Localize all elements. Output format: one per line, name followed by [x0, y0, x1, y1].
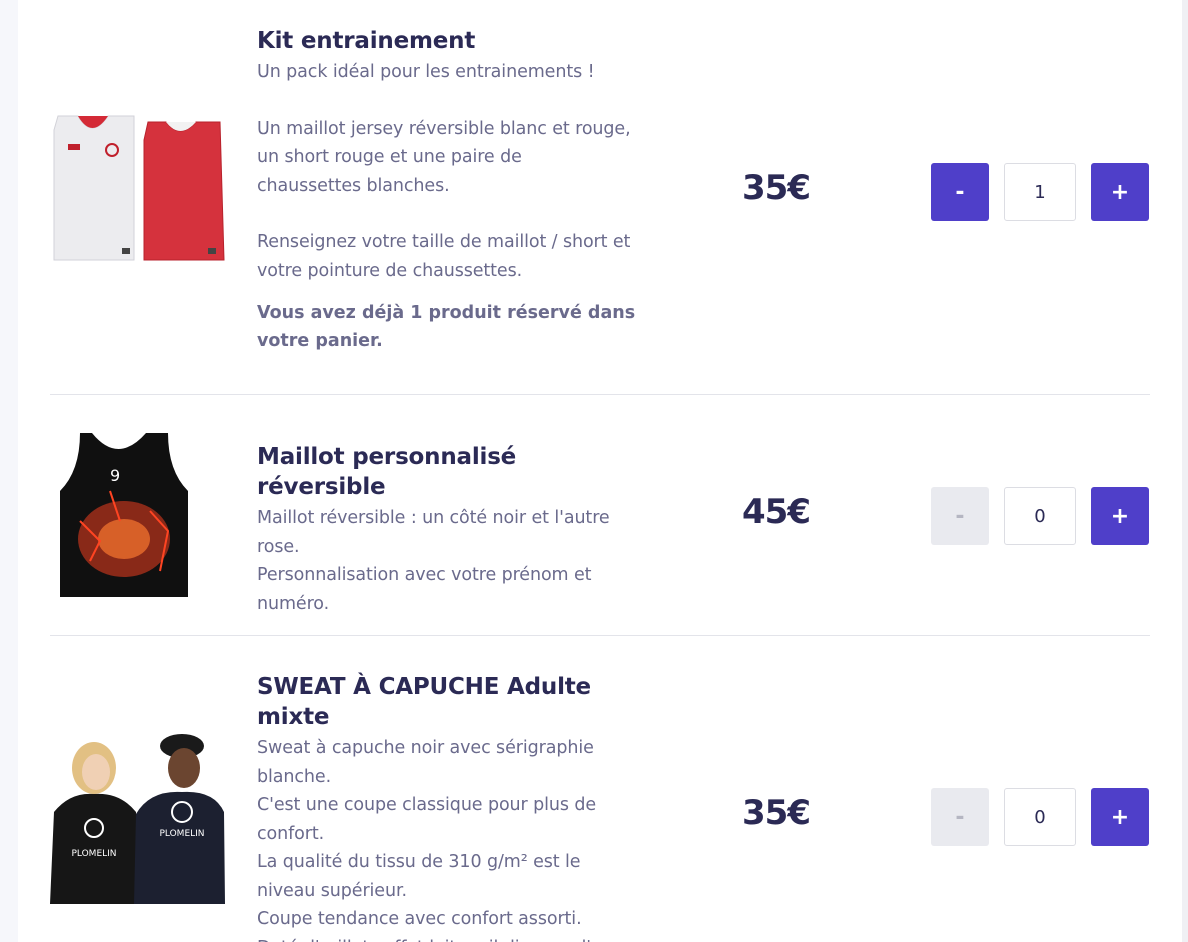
product-price: 45€ [742, 492, 811, 532]
description-line: Sweat à capuche noir avec sérigraphie [257, 738, 594, 758]
hoodie-print-text: PLOMELIN [159, 829, 204, 839]
description-line: Coupe tendance avec confort assorti. [257, 909, 582, 929]
quantity-stepper: - + [931, 487, 1149, 545]
description-line: rose. [257, 536, 300, 557]
product-item-maillot: 9 Maillot personnalisé réversible Maillo… [50, 395, 1150, 635]
hoodie-print-text: PLOMELIN [71, 849, 116, 859]
description-line: Renseignez votre taille de maillot / sho… [257, 232, 631, 252]
description-line: Doté d'œillets effet laiton, il dispose … [257, 934, 642, 942]
increase-quantity-button[interactable]: + [1091, 487, 1149, 545]
description-line: Un pack idéal pour les entrainements ! [257, 62, 595, 82]
increase-quantity-button[interactable]: + [1091, 788, 1149, 846]
quantity-input[interactable] [1004, 163, 1076, 221]
reserved-notice: Vous avez déjà 1 produit réservé dans vo… [257, 303, 636, 351]
decrease-quantity-button[interactable]: - [931, 163, 989, 221]
product-info-sweat: SWEAT À CAPUCHE Adulte mixte Sweat à cap… [257, 672, 642, 942]
description-line: numéro. [257, 593, 330, 614]
description-line: La qualité du tissu de 310 g/m² est le [257, 852, 581, 872]
quantity-input[interactable] [1004, 487, 1076, 545]
product-info-maillot: Maillot personnalisé réversible Maillot … [257, 442, 642, 618]
description-line: Personnalisation avec votre prénom et [257, 565, 592, 585]
quantity-stepper: - + [931, 163, 1149, 221]
product-title: SWEAT À CAPUCHE Adulte mixte [257, 674, 591, 730]
product-price: 35€ [742, 168, 811, 208]
product-item-sweat: PLOMELIN PLOMELIN SWEAT À CAPUCHE Adulte… [50, 636, 1150, 942]
product-image-sweat: PLOMELIN PLOMELIN [50, 732, 225, 904]
decrease-quantity-button[interactable]: - [931, 788, 989, 846]
svg-text:9: 9 [110, 466, 120, 485]
product-title: Kit entrainement [257, 28, 476, 54]
description-gap [257, 87, 642, 115]
description-line: Maillot réversible : un côté noir et l'a… [257, 508, 610, 528]
description-line: blanche. [257, 766, 332, 787]
product-image-maillot: 9 [50, 431, 225, 599]
description-line: votre pointure de chaussettes. [257, 260, 523, 281]
product-list: Kit entrainement Un pack idéal pour les … [18, 0, 1182, 942]
product-price: 35€ [742, 793, 811, 833]
product-description: Un pack idéal pour les entrainements ! U… [257, 58, 642, 285]
product-item-kit: Kit entrainement Un pack idéal pour les … [50, 0, 1150, 394]
description-gap [257, 200, 642, 228]
description-line: Un maillot jersey réversible blanc et ro… [257, 118, 631, 139]
quantity-input[interactable] [1004, 788, 1076, 846]
product-image-kit [50, 110, 225, 270]
description-line: un short rouge et une paire de [257, 147, 522, 167]
description-line: chaussettes blanches. [257, 175, 450, 196]
description-line: confort. [257, 823, 325, 844]
page-scrollbar[interactable] [1182, 0, 1188, 942]
decrease-quantity-button[interactable]: - [931, 487, 989, 545]
quantity-stepper: - + [931, 788, 1149, 846]
product-info-kit: Kit entrainement Un pack idéal pour les … [257, 26, 642, 355]
increase-quantity-button[interactable]: + [1091, 163, 1149, 221]
product-description: Sweat à capuche noir avec sérigraphie bl… [257, 734, 642, 942]
description-line: niveau supérieur. [257, 880, 407, 901]
product-description: Maillot réversible : un côté noir et l'a… [257, 504, 642, 618]
description-line: C'est une coupe classique pour plus de [257, 795, 597, 815]
product-title: Maillot personnalisé réversible [257, 444, 517, 500]
